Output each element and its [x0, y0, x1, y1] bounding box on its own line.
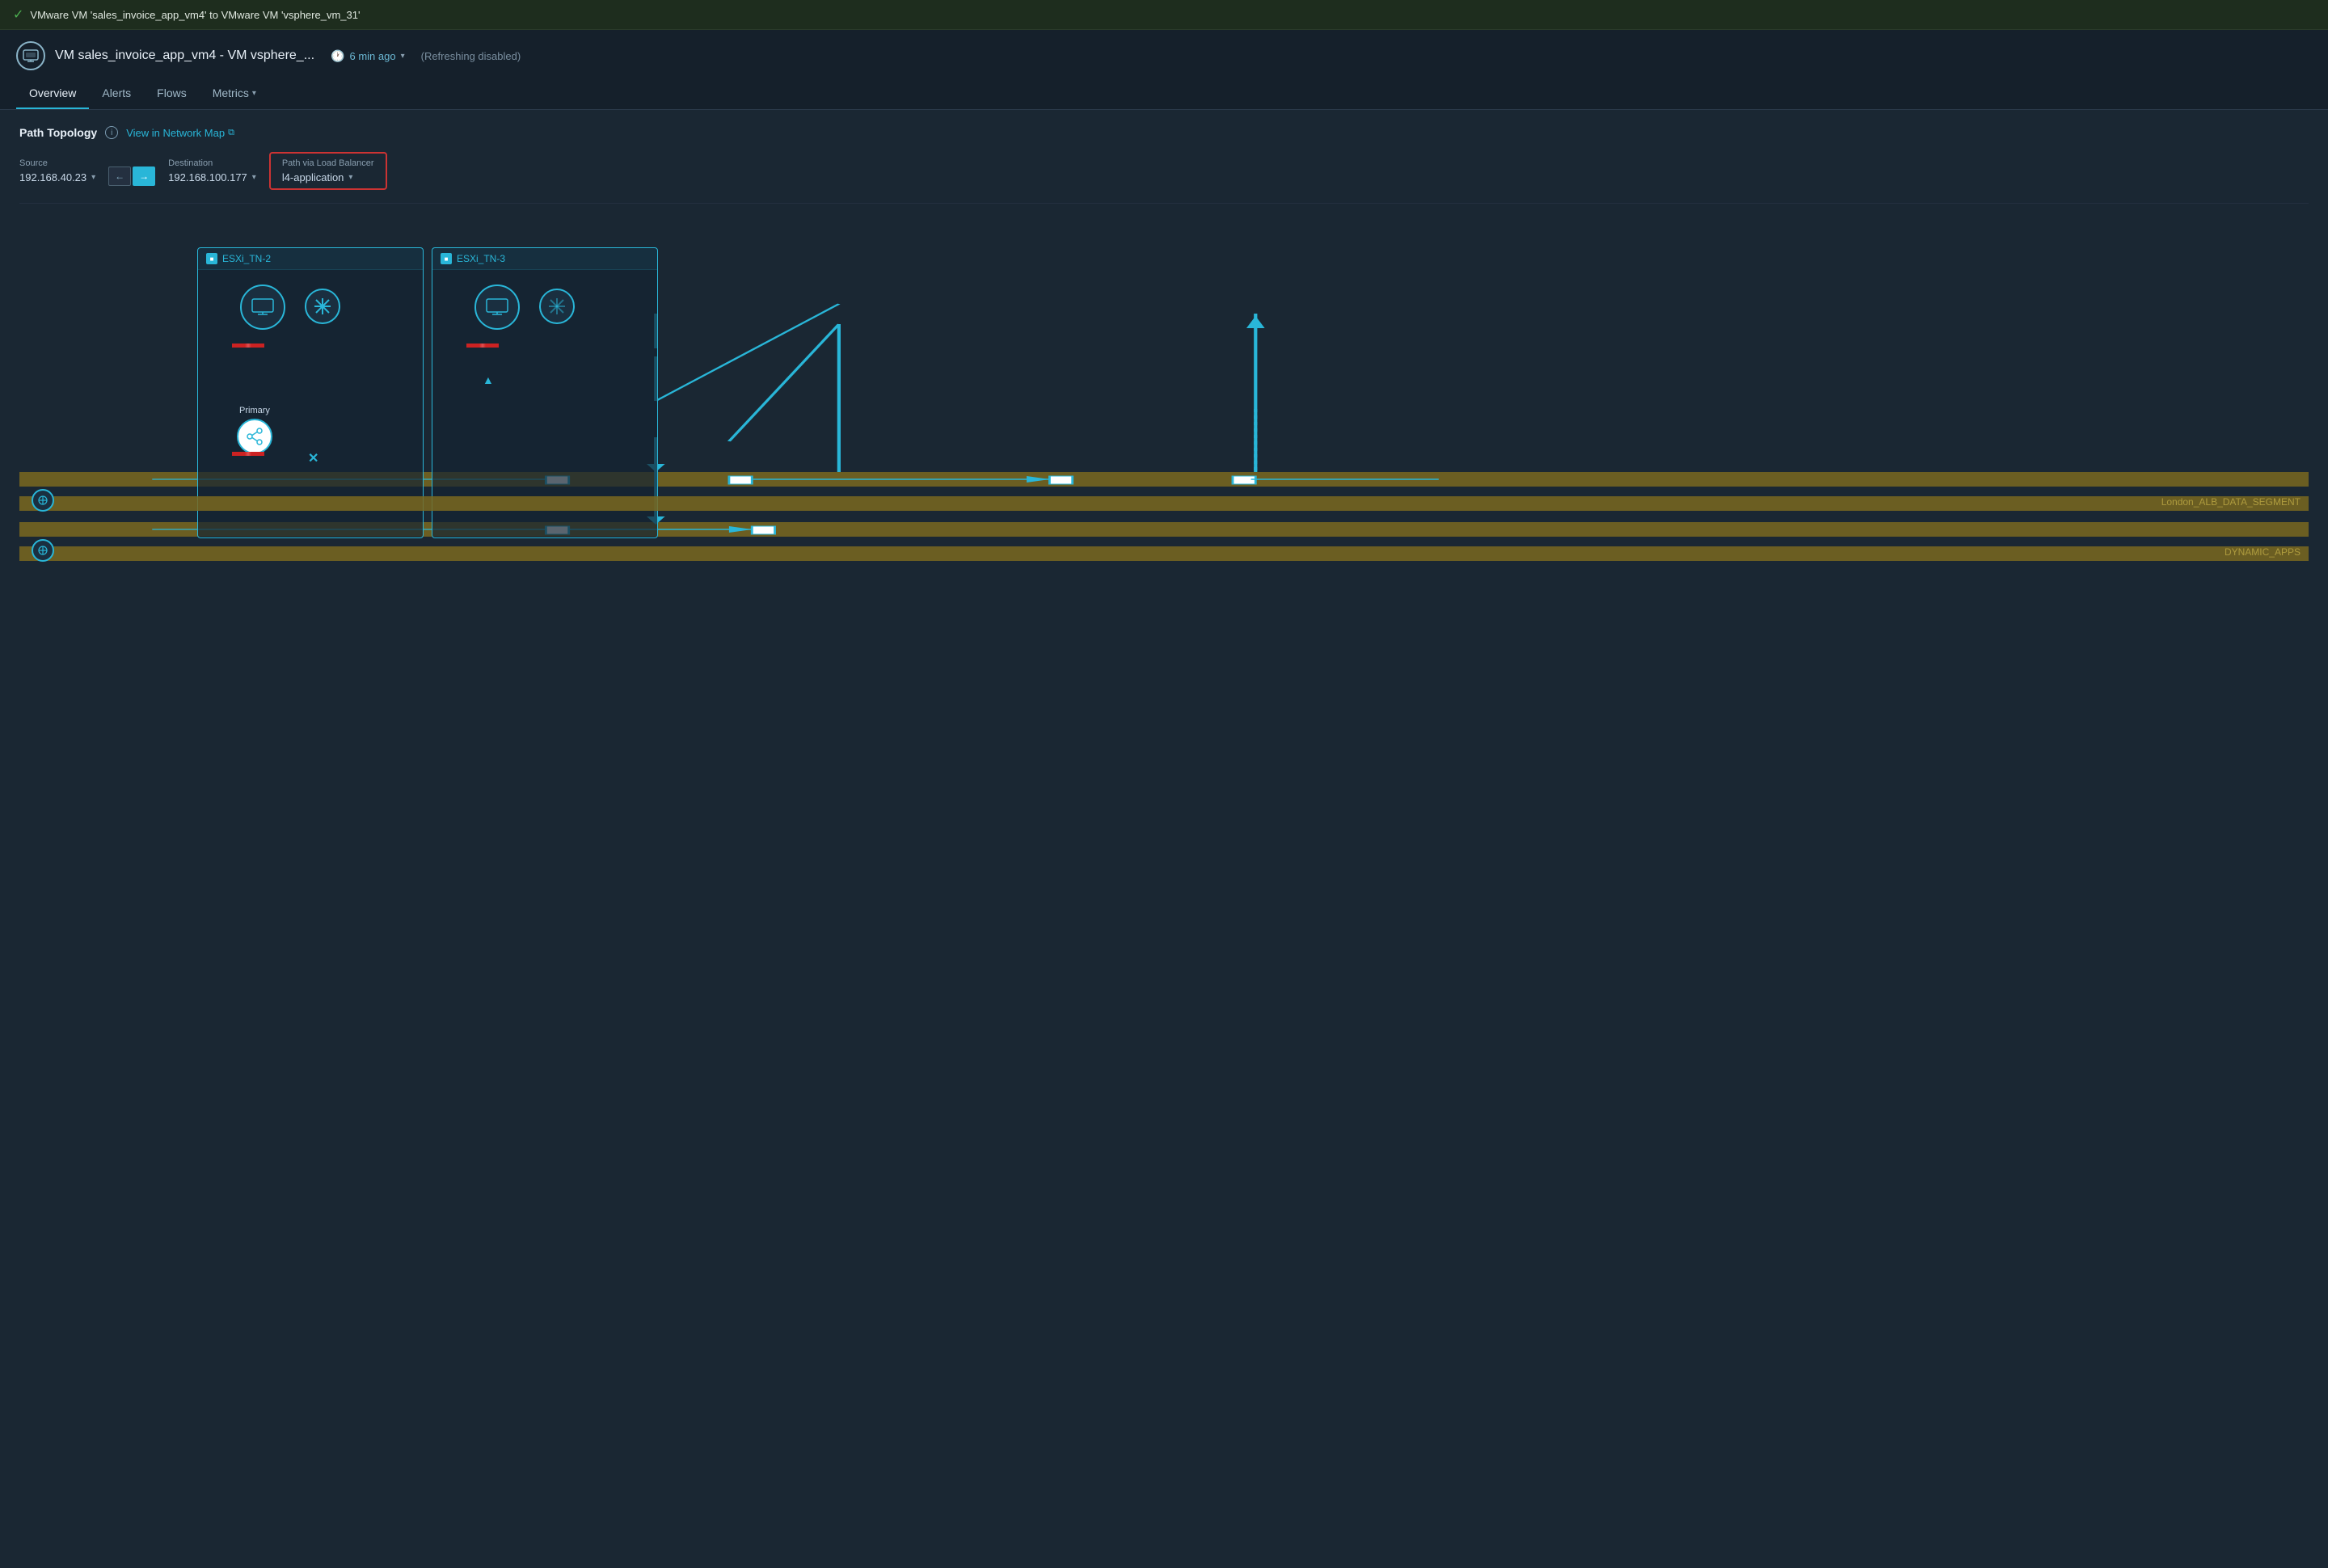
- clock-icon: 🕐: [331, 49, 344, 63]
- direction-buttons: ← →: [108, 166, 155, 186]
- path-via-chevron: ▾: [348, 173, 352, 182]
- controls-row: Source 192.168.40.23 ▾ ← → Destination 1…: [19, 152, 2309, 204]
- arrow-right-button[interactable]: →: [133, 166, 155, 186]
- main-content: Path Topology i View in Network Map ⧉ So…: [0, 110, 2328, 643]
- red-bar-3: [466, 344, 499, 348]
- vm-node-1: [240, 285, 285, 330]
- external-link-icon: ⧉: [228, 128, 234, 138]
- segment-2-label: DYNAMIC_APPS: [2225, 546, 2301, 558]
- destination-control: Destination 192.168.100.177 ▾: [168, 158, 256, 183]
- topology-canvas: ■ ESXi_TN-2: [19, 223, 2309, 627]
- top-bar-message: VMware VM 'sales_invoice_app_vm4' to VMw…: [30, 9, 360, 21]
- header-section: VM sales_invoice_app_vm4 - VM vsphere_..…: [0, 30, 2328, 110]
- x-marker: ✕: [308, 450, 318, 466]
- source-chevron: ▾: [91, 173, 95, 182]
- destination-chevron: ▾: [252, 173, 256, 182]
- header-title: VM sales_invoice_app_vm4 - VM vsphere_..…: [55, 48, 314, 63]
- metrics-chevron: ▾: [252, 89, 256, 98]
- segment-1-label: London_ALB_DATA_SEGMENT: [2161, 496, 2301, 508]
- check-icon: ✓: [13, 6, 23, 23]
- primary-label: Primary: [237, 406, 272, 415]
- destination-select[interactable]: 192.168.100.177 ▾: [168, 171, 256, 183]
- path-via-label: Path via Load Balancer: [282, 158, 374, 168]
- tab-flows[interactable]: Flows: [144, 80, 200, 109]
- source-select[interactable]: 192.168.40.23 ▾: [19, 171, 95, 183]
- tab-metrics[interactable]: Metrics ▾: [200, 80, 269, 109]
- tabs-row: Overview Alerts Flows Metrics ▾: [16, 80, 2312, 109]
- snowflake-node-2: [539, 289, 575, 324]
- esxi-tn-2-label: ESXi_TN-2: [222, 253, 271, 264]
- top-bar: ✓ VMware VM 'sales_invoice_app_vm4' to V…: [0, 0, 2328, 30]
- esxi-tn-2-header: ■ ESXi_TN-2: [198, 248, 423, 270]
- path-via-box[interactable]: Path via Load Balancer l4-application ▾: [269, 152, 387, 190]
- segment-icon-1: [32, 489, 54, 512]
- path-via-value: l4-application ▾: [282, 171, 374, 183]
- esxi-tn-3-icon: ■: [441, 253, 452, 264]
- esxi-tn-3-label: ESXi_TN-3: [457, 253, 505, 264]
- vm-node-2: [474, 285, 520, 330]
- esxi-tn-3-header: ■ ESXi_TN-3: [432, 248, 657, 270]
- time-chevron: ▾: [401, 52, 405, 61]
- up-arrow-indicator: ▲: [483, 373, 494, 386]
- source-control: Source 192.168.40.23 ▾: [19, 158, 95, 183]
- arrow-left-button[interactable]: ←: [108, 166, 131, 186]
- section-title: Path Topology: [19, 126, 97, 139]
- refreshing-status: (Refreshing disabled): [421, 50, 521, 62]
- network-map-link[interactable]: View in Network Map ⧉: [126, 127, 234, 139]
- segment-band-1: London_ALB_DATA_SEGMENT: [19, 496, 2309, 511]
- header-time[interactable]: 🕐 6 min ago ▾: [331, 49, 405, 63]
- time-ago: 6 min ago: [349, 50, 395, 62]
- esxi-tn-2-box: ■ ESXi_TN-2: [197, 247, 424, 538]
- source-label: Source: [19, 158, 95, 168]
- section-header: Path Topology i View in Network Map ⧉: [19, 126, 2309, 139]
- segment-band-2: DYNAMIC_APPS: [19, 546, 2309, 561]
- red-bar-1: [232, 344, 264, 348]
- tab-overview[interactable]: Overview: [16, 80, 89, 109]
- header-row: VM sales_invoice_app_vm4 - VM vsphere_..…: [16, 41, 2312, 70]
- share-node: [237, 419, 272, 454]
- destination-label: Destination: [168, 158, 256, 168]
- esxi-tn-3-box: ■ ESXi_TN-3: [432, 247, 658, 538]
- tab-alerts[interactable]: Alerts: [89, 80, 144, 109]
- vm-icon: [16, 41, 45, 70]
- red-bar-2: [232, 452, 264, 456]
- segment-icon-2: [32, 539, 54, 562]
- snowflake-node-1: [305, 289, 340, 324]
- esxi-tn-2-icon: ■: [206, 253, 217, 264]
- info-icon[interactable]: i: [105, 126, 118, 139]
